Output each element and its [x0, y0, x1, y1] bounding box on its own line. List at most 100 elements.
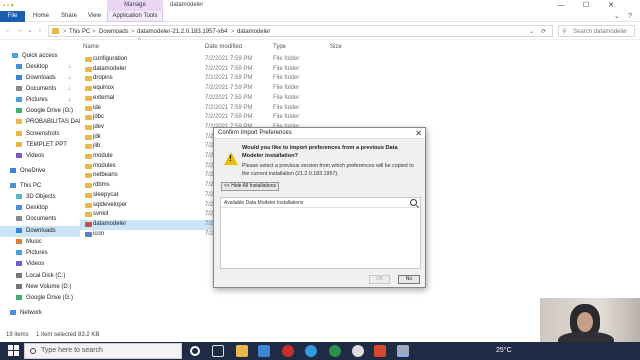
minimize-button[interactable]: —: [550, 0, 572, 11]
column-headers: Name ^ Date modified Type Size: [80, 38, 640, 53]
sidebar-item[interactable]: Pictures: [0, 248, 80, 259]
sidebar-item-icon: [12, 52, 18, 58]
sidebar-item[interactable]: Downloads ⊥: [0, 73, 80, 84]
dialog-title-bar[interactable]: Confirm Import Preferences ✕: [214, 128, 425, 139]
sidebar-item[interactable]: Quick access: [0, 51, 80, 62]
file-row[interactable]: equinox 7/2/2021 7:59 PM File folder: [80, 84, 330, 94]
weather-temperature[interactable]: 25°C: [496, 342, 512, 360]
edge-browser-icon[interactable]: [305, 345, 317, 357]
installations-list-header: Available Data Modeler Installations: [221, 198, 420, 208]
manage-tab[interactable]: Manage: [107, 0, 163, 11]
folder-icon: [85, 95, 92, 101]
dialog-body: Please select a previous version from wh…: [242, 163, 414, 177]
mail-icon[interactable]: [258, 345, 270, 357]
column-name[interactable]: Name: [83, 42, 99, 53]
hide-installations-button[interactable]: << Hide All Installations: [221, 182, 279, 191]
sidebar-item[interactable]: Local Disk (C:): [0, 271, 80, 282]
search-icon[interactable]: [410, 199, 417, 206]
sidebar-item[interactable]: Documents: [0, 214, 80, 225]
app-icon[interactable]: [352, 345, 364, 357]
file-name: module: [93, 153, 113, 159]
sidebar-item[interactable]: Google Drive (G:): [0, 293, 80, 304]
file-name: datamodeler: [93, 65, 127, 72]
dialog-heading: Would you like to import preferences fro…: [242, 145, 398, 159]
maximize-button[interactable]: ☐: [575, 0, 597, 11]
item-count: 19 items: [6, 332, 29, 338]
folder-icon: [85, 202, 92, 208]
folder-icon: [85, 105, 92, 111]
folder-icon: [85, 144, 92, 150]
sidebar-item[interactable]: Google Drive (G:) ⊥: [0, 106, 80, 117]
sidebar-item-icon: [16, 130, 22, 136]
sidebar-item[interactable]: Network: [0, 308, 80, 319]
help-icon[interactable]: ?: [628, 11, 632, 22]
sidebar-item[interactable]: TEMPLET PPT: [0, 140, 80, 151]
ribbon-expand-icon[interactable]: ⌄: [614, 11, 620, 22]
tab-application-tools[interactable]: Application Tools: [107, 11, 163, 22]
file-name: icon: [93, 230, 105, 237]
sidebar-item-icon: [16, 238, 22, 244]
file-type: File folder: [273, 104, 300, 111]
recent-locations-icon[interactable]: ⌄: [25, 26, 35, 36]
close-button[interactable]: ✕: [600, 0, 622, 11]
chrome-browser-icon[interactable]: [329, 345, 341, 357]
tab-home[interactable]: Home: [33, 11, 49, 22]
sidebar-item-icon: [16, 294, 22, 300]
windows-start-icon[interactable]: [8, 345, 20, 357]
breadcrumb-datamodeler-zip[interactable]: datamodeler-21.2.0.183.1957-x64: [137, 27, 227, 37]
no-button[interactable]: No: [398, 275, 420, 284]
tab-file[interactable]: File: [0, 11, 25, 22]
back-arrow-icon[interactable]: ←: [3, 26, 13, 36]
task-view-icon[interactable]: [212, 345, 224, 357]
sidebar-item[interactable]: Music: [0, 237, 80, 248]
file-explorer-icon[interactable]: [236, 345, 248, 357]
sidebar-item[interactable]: Desktop: [0, 203, 80, 214]
file-row[interactable]: external 7/2/2021 7:59 PM File folder: [80, 94, 330, 104]
app-icon[interactable]: [374, 345, 386, 357]
quick-access-toolbar[interactable]: ▪ ▪ ▾: [3, 2, 14, 9]
sidebar-item[interactable]: Screenshots: [0, 129, 80, 140]
column-size[interactable]: Size: [330, 42, 342, 53]
file-row[interactable]: ide 7/2/2021 7:59 PM File folder: [80, 104, 330, 114]
address-bar[interactable]: > This PC > Downloads > datamodeler-21.2…: [48, 25, 553, 37]
confirm-import-dialog: Confirm Import Preferences ✕ ! Would you…: [213, 127, 426, 288]
sidebar-item[interactable]: Documents ⊥: [0, 84, 80, 95]
search-input[interactable]: ⚲ Search datamodeler: [558, 25, 635, 37]
refresh-icon[interactable]: ⟳: [541, 27, 546, 37]
app-icon[interactable]: [282, 345, 294, 357]
sidebar-item[interactable]: 3D Objects: [0, 192, 80, 203]
breadcrumb-downloads[interactable]: Downloads: [99, 27, 129, 37]
address-dropdown-icon[interactable]: ⌄: [529, 27, 534, 37]
sidebar-item[interactable]: Desktop ⊥: [0, 62, 80, 73]
tab-share[interactable]: Share: [61, 11, 77, 22]
dialog-close-icon[interactable]: ✕: [415, 128, 422, 139]
taskbar-search-input[interactable]: Type here to search: [24, 343, 182, 359]
column-date-modified[interactable]: Date modified: [205, 42, 242, 53]
sidebar-item[interactable]: Downloads: [0, 226, 80, 237]
sidebar-item[interactable]: New Volume (D:): [0, 282, 80, 293]
file-row[interactable]: datamodeler 7/2/2021 7:59 PM File folder: [80, 65, 330, 75]
folder-icon: [85, 212, 92, 218]
breadcrumb-this-pc[interactable]: This PC: [69, 27, 90, 37]
sidebar-item[interactable]: Videos: [0, 151, 80, 162]
file-row[interactable]: jdbc 7/2/2021 7:59 PM File folder: [80, 113, 330, 123]
file-row[interactable]: dropins 7/2/2021 7:59 PM File folder: [80, 74, 330, 84]
file-date: 7/2/2021 7:59 PM: [205, 104, 253, 111]
file-row[interactable]: configuration 7/2/2021 7:59 PM File folder: [80, 55, 330, 65]
sidebar-item[interactable]: This PC: [0, 181, 80, 192]
breadcrumb-datamodeler[interactable]: datamodeler: [237, 27, 270, 37]
ok-button[interactable]: OK: [369, 275, 390, 284]
file-name: jdk: [93, 133, 101, 140]
sidebar-item[interactable]: OneDrive: [0, 166, 80, 177]
column-type[interactable]: Type: [273, 42, 286, 53]
forward-arrow-icon[interactable]: →: [14, 26, 24, 36]
tab-view[interactable]: View: [88, 11, 101, 22]
sidebar-item[interactable]: Pictures ⊥: [0, 95, 80, 106]
installations-list[interactable]: Available Data Modeler Installations: [220, 197, 421, 269]
cortana-icon[interactable]: [190, 346, 200, 356]
up-arrow-icon[interactable]: ↑: [35, 26, 45, 36]
file-name: equinox: [93, 85, 115, 92]
datamodeler-taskbar-icon[interactable]: [397, 345, 409, 357]
sidebar-item[interactable]: Videos: [0, 259, 80, 270]
sidebar-item[interactable]: PROBABILITAS DAN: [0, 117, 80, 128]
